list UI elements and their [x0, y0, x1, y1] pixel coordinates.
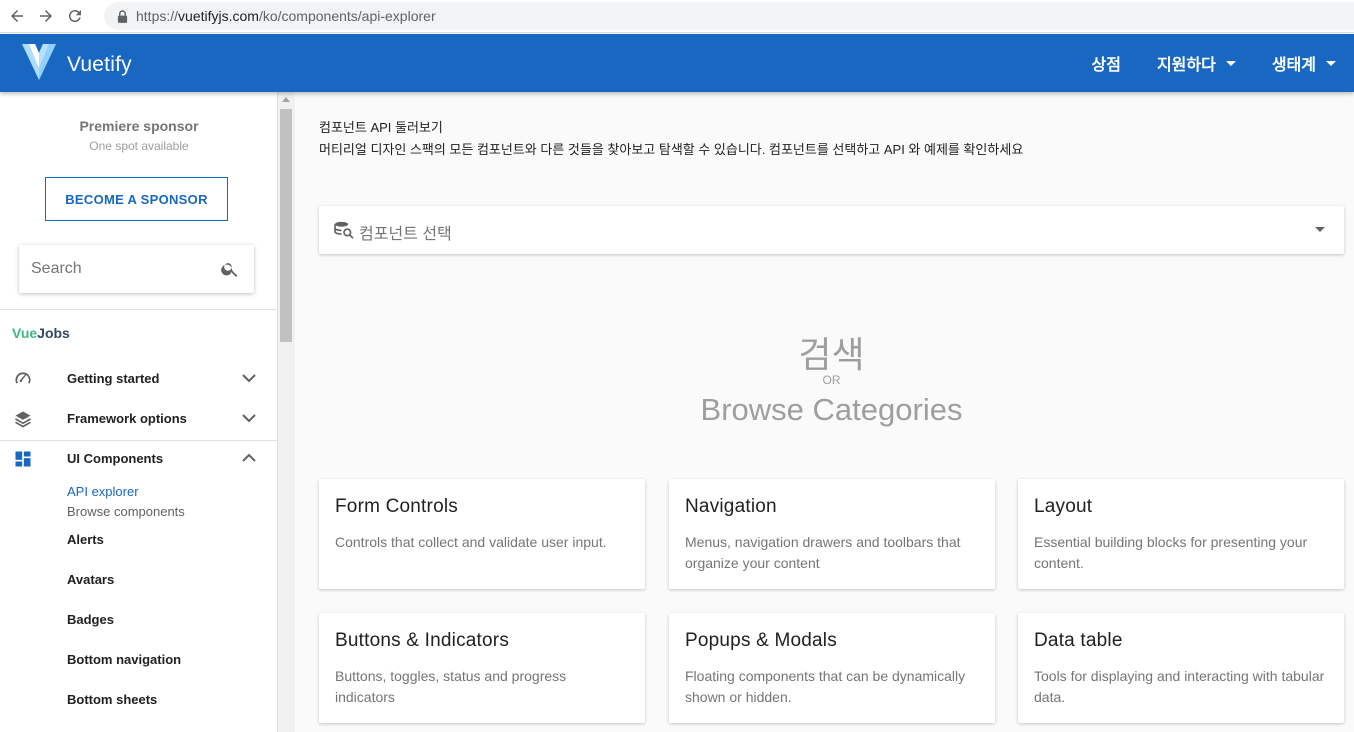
speedometer-icon — [15, 372, 31, 384]
card-description: Tools for displaying and interacting wit… — [1034, 668, 1325, 705]
card-title: Form Controls — [335, 496, 458, 517]
card-description: Menus, navigation drawers and toolbars t… — [685, 534, 961, 571]
app-bar: Vuetify 상점 지원하다 생태계 — [0, 34, 1354, 92]
url-domain: vuetifyjs.com — [178, 8, 259, 24]
chevron-down-icon — [242, 414, 256, 423]
card-title: Navigation — [685, 496, 777, 517]
sidebar-subitem-bottom-navigation[interactable]: Bottom navigation — [67, 652, 181, 667]
sidebar-search — [19, 245, 254, 293]
sidebar-item-framework-options[interactable]: Framework options — [0, 399, 277, 439]
sidebar-item-ui-components[interactable]: UI Components — [0, 439, 277, 479]
sidebar-subitem-bottom-sheets[interactable]: Bottom sheets — [67, 692, 157, 707]
card-title: Data table — [1034, 630, 1123, 651]
hero-search-heading: 검색 — [798, 334, 865, 375]
card-description: Essential building blocks for presenting… — [1034, 534, 1308, 571]
caret-down-icon — [1326, 60, 1336, 66]
sidebar-subitem-alerts[interactable]: Alerts — [67, 532, 104, 547]
sidebar-subitem-badges[interactable]: Badges — [67, 612, 114, 627]
sidebar-subitem-avatars[interactable]: Avatars — [67, 572, 114, 587]
card-title: Popups & Modals — [685, 630, 837, 651]
category-card-form-controls[interactable]: Form Controls Controls that collect and … — [319, 479, 645, 589]
select-placeholder: 컴포넌트 선택 — [359, 226, 452, 243]
scrollbar-thumb[interactable] — [280, 109, 292, 342]
sidebar-subitem-browse-components[interactable]: Browse components — [67, 504, 185, 519]
vuejobs-logo[interactable]: VueJobs — [12, 325, 70, 341]
sidebar-item-label: Getting started — [67, 371, 160, 386]
dropdown-arrow-icon — [1315, 227, 1325, 232]
sidebar-item-getting-started[interactable]: Getting started — [0, 359, 277, 399]
category-card-data-table[interactable]: Data table Tools for displaying and inte… — [1018, 613, 1344, 723]
component-select[interactable]: 컴포넌트 선택 — [319, 206, 1344, 254]
top-navigation: 상점 지원하다 생태계 — [1073, 34, 1354, 92]
search-input[interactable] — [31, 260, 211, 278]
back-arrow-icon[interactable] — [5, 4, 29, 28]
search-icon[interactable] — [220, 259, 240, 279]
category-card-buttons-indicators[interactable]: Buttons & Indicators Buttons, toggles, s… — [319, 613, 645, 723]
url-path: /ko/components/api-explorer — [258, 8, 436, 24]
lock-icon — [116, 9, 128, 23]
sponsor-title: Premiere sponsor — [79, 118, 199, 134]
sidebar-subitem-api-explorer[interactable]: API explorer — [67, 484, 139, 499]
category-card-popups-modals[interactable]: Popups & Modals Floating components that… — [669, 613, 995, 723]
view-dashboard-icon — [15, 451, 31, 467]
address-bar[interactable]: https://vuetifyjs.com/ko/components/api-… — [104, 2, 1354, 30]
nav-store[interactable]: 상점 — [1073, 34, 1138, 92]
page-description: 머티리얼 디자인 스팩의 모든 컴포넌트와 다른 것들을 찾아보고 탐색할 수 … — [319, 142, 1024, 157]
url-text: https://vuetifyjs.com/ko/components/api-… — [136, 8, 436, 24]
sidebar-item-label: UI Components — [67, 451, 164, 466]
chevron-down-icon — [242, 374, 256, 383]
hero-browse-heading: Browse Categories — [700, 392, 963, 427]
become-sponsor-button[interactable]: BECOME A SPONSOR — [45, 177, 228, 221]
page-title: 컴포넌트 API 둘러보기 — [319, 120, 443, 135]
card-description: Controls that collect and validate user … — [335, 534, 607, 550]
nav-ecosystem-label: 생태계 — [1271, 57, 1316, 74]
card-title: Buttons & Indicators — [335, 630, 510, 651]
database-search-icon — [334, 221, 354, 239]
vuejobs-jobs-text: Jobs — [37, 325, 70, 341]
category-card-navigation[interactable]: Navigation Menus, navigation drawers and… — [669, 479, 995, 589]
reload-icon[interactable] — [63, 4, 87, 28]
card-description: Floating components that can be dynamica… — [685, 668, 966, 705]
card-title: Layout — [1034, 496, 1093, 517]
nav-store-label: 상점 — [1091, 57, 1121, 74]
nav-ecosystem[interactable]: 생태계 — [1254, 34, 1354, 92]
chevron-up-icon — [242, 453, 256, 462]
sponsor-subtitle: One spot available — [89, 139, 189, 153]
nav-support-label: 지원하다 — [1156, 57, 1216, 74]
sidebar-item-label: Framework options — [67, 411, 187, 426]
vuetify-logo-icon[interactable] — [22, 42, 56, 82]
forward-arrow-icon[interactable] — [34, 4, 58, 28]
divider — [0, 309, 277, 310]
scroll-up-arrow-icon[interactable] — [282, 97, 290, 102]
vuejobs-vue-text: Vue — [12, 325, 38, 341]
nav-support[interactable]: 지원하다 — [1139, 34, 1254, 92]
layers-icon — [15, 411, 31, 428]
caret-down-icon — [1225, 60, 1236, 66]
card-description: Buttons, toggles, status and progress in… — [335, 668, 567, 705]
category-card-layout[interactable]: Layout Essential building blocks for pre… — [1018, 479, 1344, 589]
sidebar-scrollbar[interactable] — [278, 92, 295, 732]
browser-toolbar: https://vuetifyjs.com/ko/components/api-… — [0, 0, 1354, 33]
hero-or-text: OR — [822, 373, 841, 387]
navigation-drawer: Premiere sponsor One spot available BECO… — [0, 92, 278, 732]
url-scheme: https:// — [136, 8, 179, 24]
brand-name[interactable]: Vuetify — [67, 53, 132, 77]
